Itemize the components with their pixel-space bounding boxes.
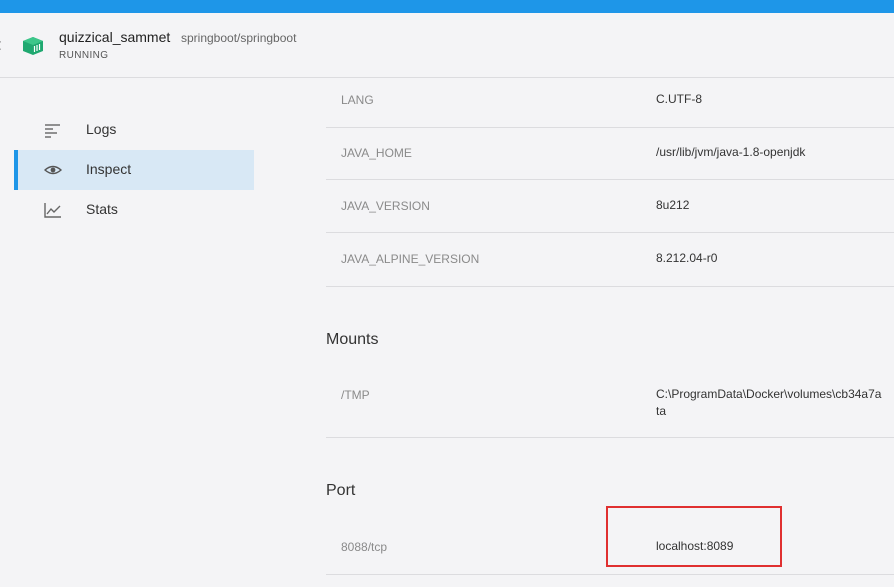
inspect-panel: LANG C.UTF-8 JAVA_HOME /usr/lib/jvm/java… xyxy=(326,78,894,587)
highlight-box xyxy=(606,506,782,567)
env-value: /usr/lib/jvm/java-1.8-openjdk xyxy=(656,144,894,161)
env-value: 8.212.04-r0 xyxy=(656,250,894,267)
container-name: quizzical_sammet xyxy=(59,29,170,45)
env-key: LANG xyxy=(341,93,374,107)
back-chevron-icon[interactable]: ‹ xyxy=(0,34,2,57)
top-accent-bar xyxy=(0,0,894,13)
container-image: springboot/springboot xyxy=(181,31,296,45)
nav-item-stats[interactable]: Stats xyxy=(14,190,254,230)
stats-chart-icon xyxy=(44,202,62,218)
mount-source: /TMP xyxy=(341,388,370,402)
mount-destination-line2: ta xyxy=(656,403,894,420)
env-value: 8u212 xyxy=(656,197,894,214)
mount-destination-line1: C:\ProgramData\Docker\volumes\cb34a7a xyxy=(656,386,894,403)
env-row: JAVA_HOME /usr/lib/jvm/java-1.8-openjdk xyxy=(326,127,894,180)
nav-label-logs: Logs xyxy=(86,121,116,137)
env-row: JAVA_ALPINE_VERSION 8.212.04-r0 xyxy=(326,233,894,287)
sidebar: Logs Inspect Stats xyxy=(0,78,300,587)
port-container: 8088/tcp xyxy=(341,540,387,554)
container-header: ‹ quizzical_sammet springboot/springboot… xyxy=(0,13,894,78)
container-icon xyxy=(22,36,44,56)
nav-label-stats: Stats xyxy=(86,201,118,217)
nav-item-inspect[interactable]: Inspect xyxy=(14,150,254,190)
port-section-title: Port xyxy=(326,482,355,500)
container-status: RUNNING xyxy=(59,50,108,61)
env-value: C.UTF-8 xyxy=(656,91,894,108)
mount-row: /TMP C:\ProgramData\Docker\volumes\cb34a… xyxy=(326,368,894,438)
env-row: JAVA_VERSION 8u212 xyxy=(326,180,894,233)
mounts-section-title: Mounts xyxy=(326,331,378,349)
nav-item-logs[interactable]: Logs xyxy=(14,110,254,150)
env-key: JAVA_HOME xyxy=(341,146,412,160)
env-key: JAVA_VERSION xyxy=(341,199,430,213)
logs-icon xyxy=(44,122,62,138)
env-row: LANG C.UTF-8 xyxy=(326,78,894,128)
eye-icon xyxy=(44,162,62,178)
env-key: JAVA_ALPINE_VERSION xyxy=(341,252,479,266)
nav-label-inspect: Inspect xyxy=(86,161,131,177)
